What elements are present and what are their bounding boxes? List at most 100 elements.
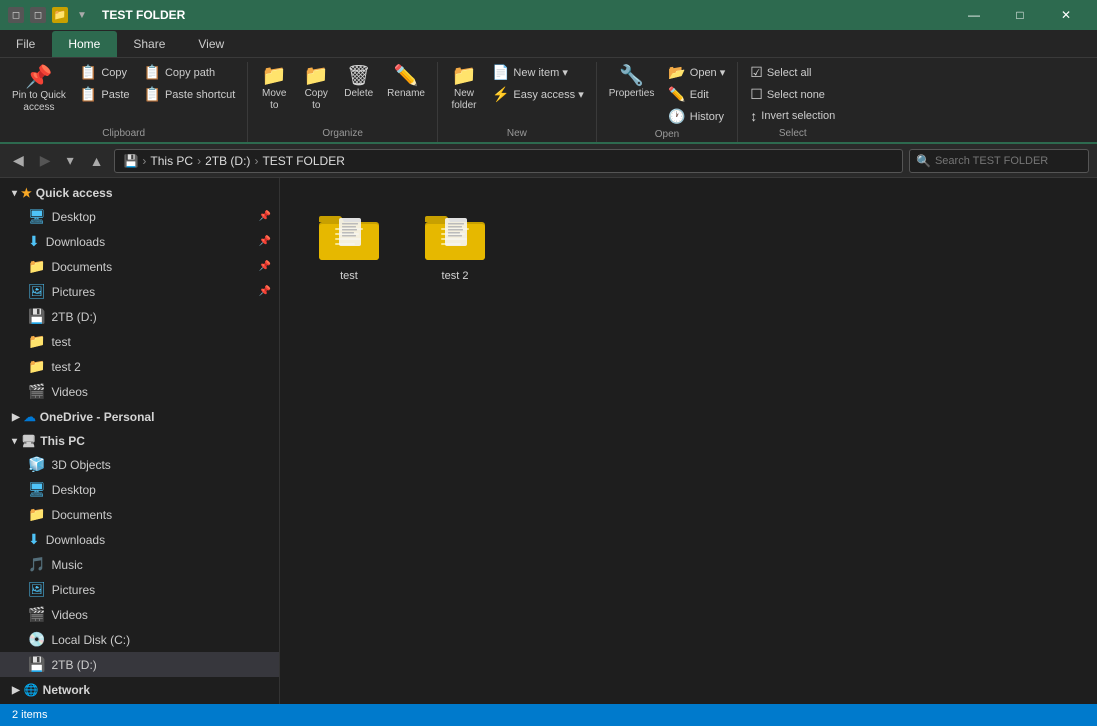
sidebar-item-documents-pc[interactable]: 📁 Documents [0,502,279,527]
new-item-icon: 📄 [492,64,509,81]
desktop-pc-label: Desktop [52,483,96,497]
rename-button[interactable]: ✏️ Rename [381,62,431,104]
ribbon-tabs: File Home Share View [0,30,1097,58]
tab-share[interactable]: Share [117,31,182,57]
sidebar-header-network[interactable]: ▶ 🌐 Network [0,679,279,701]
sidebar-header-this-pc[interactable]: ▾ 🖥 This PC [0,430,279,452]
move-icon: 📁 [262,66,287,86]
recent-locations-button[interactable]: ▾ [62,149,79,172]
videos-pc-label: Videos [51,608,87,622]
sidebar-item-3d-objects[interactable]: 🧊 3D Objects [0,452,279,477]
titlebar-icon-1: ◻ [8,7,24,23]
sidebar-item-desktop-qa[interactable]: 🖥 Desktop 📌 [0,204,279,229]
copy-path-button[interactable]: 📋 Copy path [138,62,242,83]
drive-2tb-icon: 💾 [28,656,45,673]
sidebar-item-pictures-pc[interactable]: 🖼 Pictures [0,577,279,602]
path-test-folder[interactable]: TEST FOLDER [262,154,344,168]
item-count: 2 items [12,709,47,721]
sidebar-item-downloads-pc[interactable]: ⬇ Downloads [0,527,279,552]
easy-access-button[interactable]: ⚡ Easy access ▾ [486,84,590,105]
tab-view[interactable]: View [182,31,241,57]
copy-button[interactable]: 📋 Copy [74,62,136,83]
maximize-button[interactable]: □ [997,0,1043,30]
invert-selection-button[interactable]: ↕ Invert selection [744,106,841,126]
open-label: Open [603,127,732,143]
new-item-button[interactable]: 📄 New item ▾ [486,62,590,83]
titlebar-icon-folder: 📁 [52,7,68,23]
paste-shortcut-button[interactable]: 📋 Paste shortcut [138,84,242,105]
sidebar-item-2tb-qa[interactable]: 💾 2TB (D:) [0,304,279,329]
documents-icon: 📁 [28,258,45,275]
move-to-button[interactable]: 📁 Moveto [254,62,294,116]
sidebar-header-onedrive[interactable]: ▶ ☁ OneDrive - Personal [0,406,279,428]
minimize-button[interactable]: — [951,0,997,30]
path-this-pc[interactable]: This PC [150,154,193,168]
history-icon: 🕐 [668,108,685,125]
sidebar-item-videos-pc[interactable]: 🎬 Videos [0,602,279,627]
file-test2-name: test 2 [442,270,469,282]
select-label: Select [744,126,841,142]
sidebar-item-documents-qa[interactable]: 📁 Documents 📌 [0,254,279,279]
open-icon: 📂 [668,64,685,81]
copy-to-button[interactable]: 📁 Copyto [296,62,336,116]
new-folder-button[interactable]: 📁 Newfolder [444,62,484,116]
search-box[interactable]: 🔍 [909,149,1089,173]
pictures-qa-label: Pictures [52,285,95,299]
pictures-pc-icon: 🖼 [28,581,46,598]
file-item-test[interactable]: test [304,202,394,290]
address-path[interactable]: 💾 › This PC › 2TB (D:) › TEST FOLDER [114,149,903,173]
sidebar-item-videos-qa[interactable]: 🎬 Videos [0,379,279,404]
up-button[interactable]: ▲ [85,150,109,172]
paste-button[interactable]: 📋 Paste [74,84,136,105]
history-button[interactable]: 🕐 History [662,106,731,127]
titlebar-icon-arrow: ▼ [74,7,90,23]
sidebar-item-test2-qa[interactable]: 📁 test 2 [0,354,279,379]
delete-button[interactable]: 🗑 Delete [338,62,379,104]
copy-path-icon: 📋 [144,64,161,81]
copy-to-icon: 📁 [304,66,329,86]
documents-pc-icon: 📁 [28,506,45,523]
file-grid: test [296,194,1081,298]
forward-button[interactable]: ▶ [35,149,56,172]
select-all-button[interactable]: ☑ Select all [744,62,841,83]
computer-icon: 🖥 [21,434,36,448]
sidebar-header-quick-access[interactable]: ▾ ★ Quick access [0,182,279,204]
pin-icon-dl: 📌 [259,236,271,247]
properties-button[interactable]: 🔧 Properties [603,62,661,104]
content-area: test [280,178,1097,704]
edit-button[interactable]: ✏️ Edit [662,84,731,105]
paste-icon: 📋 [80,86,97,103]
sidebar-section-this-pc: ▾ 🖥 This PC 🧊 3D Objects 🖥 Desktop 📁 Doc… [0,430,279,677]
sidebar-item-downloads-qa[interactable]: ⬇ Downloads 📌 [0,229,279,254]
sidebar-item-desktop-pc[interactable]: 🖥 Desktop [0,477,279,502]
search-input[interactable] [935,155,1082,167]
sidebar-item-pictures-qa[interactable]: 🖼 Pictures 📌 [0,279,279,304]
sidebar-item-2tb-d[interactable]: 💾 2TB (D:) [0,652,279,677]
tab-home[interactable]: Home [52,31,117,57]
copy-icon: 📋 [80,64,97,81]
file-item-test2[interactable]: test 2 [410,202,500,290]
sidebar-item-test-qa[interactable]: 📁 test [0,329,279,354]
pin-quick-access-button[interactable]: 📌 Pin to Quickaccess [6,62,72,118]
sidebar-item-local-disk-c[interactable]: 💿 Local Disk (C:) [0,627,279,652]
titlebar-icons: ◻ ◻ 📁 ▼ [8,7,90,23]
open-button[interactable]: 📂 Open ▾ [662,62,731,83]
new-items: 📁 Newfolder 📄 New item ▾ ⚡ Easy access ▾ [444,62,590,126]
pin-icon: 📌 [25,66,52,88]
select-all-icon: ☑ [750,64,763,81]
close-button[interactable]: ✕ [1043,0,1089,30]
pin-icon-docs: 📌 [259,261,271,272]
new-folder-icon: 📁 [452,66,477,86]
clipboard-col1: 📋 Copy 📋 Paste [74,62,136,105]
path-2tb[interactable]: 2TB (D:) [205,154,250,168]
sidebar-item-music-pc[interactable]: 🎵 Music [0,552,279,577]
back-button[interactable]: ◀ [8,149,29,172]
tab-file[interactable]: File [0,31,52,57]
chevron-right-icon-od: ▶ [12,412,20,423]
edit-icon: ✏️ [668,86,685,103]
chevron-down-icon-pc: ▾ [12,436,17,447]
chevron-right-icon: ▾ [12,188,17,199]
clipboard-label: Clipboard [6,126,241,142]
clipboard-col2: 📋 Copy path 📋 Paste shortcut [138,62,242,105]
select-none-button[interactable]: ☐ Select none [744,84,841,105]
